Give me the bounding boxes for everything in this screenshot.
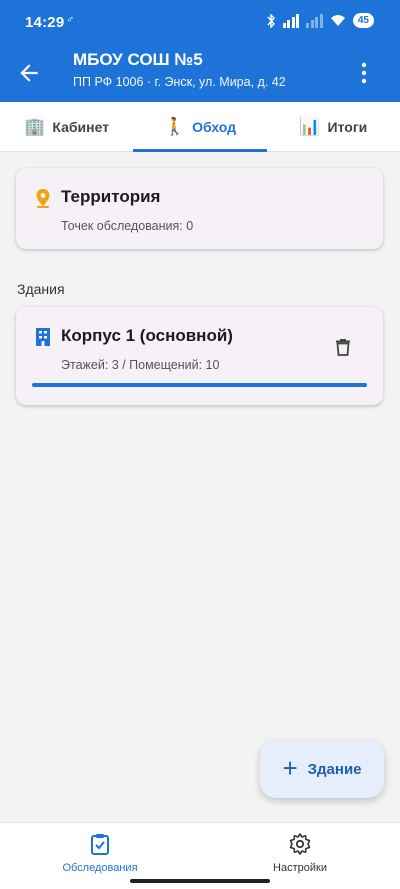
status-bar: 14:29 ♂ 45 <box>0 0 400 44</box>
tab-label: Итоги <box>327 118 368 135</box>
page-subtitle: ПП РФ 1006 · г. Энск, ул. Мира, д. 42 <box>73 75 286 89</box>
nav-label: Настройки <box>273 862 327 874</box>
bar-chart-icon: 📊 <box>299 116 321 136</box>
add-building-button[interactable]: + Здание <box>260 740 384 798</box>
tab-walkthrough[interactable]: 🚶 Обход <box>133 102 267 152</box>
tab-cabinet[interactable]: 🏢 Кабинет <box>0 102 133 151</box>
battery-indicator: 45 <box>352 13 374 28</box>
tab-label: Обход <box>192 118 237 135</box>
building-progress-bar <box>32 383 367 387</box>
gear-icon <box>289 833 311 855</box>
territory-title: Территория <box>61 187 161 206</box>
building-icon <box>36 328 50 346</box>
plus-icon: + <box>282 753 298 783</box>
add-building-label: Здание <box>307 760 362 778</box>
app-bar: 14:29 ♂ 45 МБОУ СОШ №5 ПП РФ 1006 · г. Э… <box>0 0 400 102</box>
delete-icon[interactable] <box>335 338 351 356</box>
notification-icon: ♂ <box>66 14 75 26</box>
progress-fill <box>32 383 367 387</box>
location-pin-icon <box>36 189 50 208</box>
tab-label: Кабинет <box>52 118 110 135</box>
walking-person-icon: 🚶 <box>163 116 186 136</box>
territory-points-count: Точек обследования: 0 <box>61 219 194 233</box>
nav-label: Обследования <box>62 862 138 874</box>
office-building-icon: 🏢 <box>24 116 46 136</box>
page-title: МБОУ СОШ №5 <box>73 50 203 69</box>
building-card[interactable]: Корпус 1 (основной) Этажей: 3 / Помещени… <box>16 307 383 405</box>
territory-card[interactable]: Территория Точек обследования: 0 <box>16 168 383 249</box>
buildings-section-label: Здания <box>17 281 65 297</box>
home-indicator <box>130 879 270 883</box>
signal-2-icon <box>306 13 323 28</box>
bluetooth-icon <box>267 13 275 28</box>
more-vert-icon[interactable] <box>360 62 368 84</box>
status-icons: 45 <box>266 13 374 28</box>
tab-bar: 🏢 Кабинет 🚶 Обход 📊 Итоги <box>0 102 400 152</box>
wifi-icon <box>330 15 345 26</box>
back-arrow-icon[interactable] <box>16 60 42 86</box>
building-stats: Этажей: 3 / Помещений: 10 <box>61 358 220 372</box>
clipboard-check-icon <box>91 834 109 855</box>
building-title: Корпус 1 (основной) <box>61 326 233 345</box>
signal-icon <box>282 13 300 28</box>
app-bar-titles: МБОУ СОШ №5 ПП РФ 1006 · г. Энск, ул. Ми… <box>73 50 286 89</box>
status-time: 14:29 <box>25 14 65 31</box>
tab-results[interactable]: 📊 Итоги <box>267 102 400 151</box>
